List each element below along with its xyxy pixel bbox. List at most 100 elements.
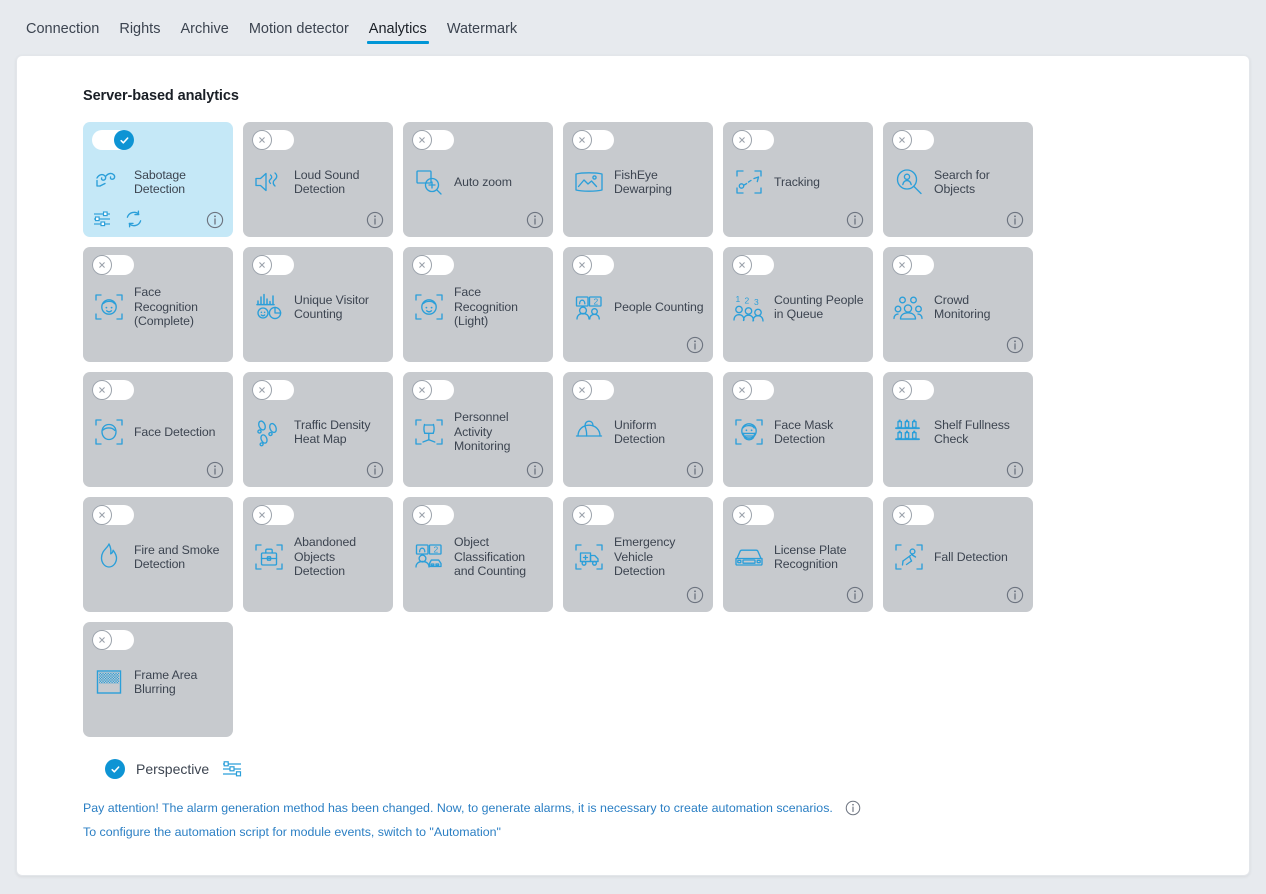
analytics-card[interactable]: Search for Objects [883, 122, 1033, 237]
analytics-card[interactable]: Face Recognition (Complete) [83, 247, 233, 362]
analytics-card[interactable]: Fall Detection [883, 497, 1033, 612]
enable-toggle[interactable] [732, 380, 774, 400]
enable-toggle[interactable] [572, 255, 614, 275]
enable-toggle[interactable] [892, 380, 934, 400]
enable-toggle[interactable] [92, 255, 134, 275]
enable-toggle[interactable] [732, 505, 774, 525]
enable-toggle[interactable] [732, 255, 774, 275]
enable-toggle[interactable] [572, 505, 614, 525]
analytics-card[interactable]: Auto zoom [403, 122, 553, 237]
enable-toggle[interactable] [892, 255, 934, 275]
close-icon [579, 137, 585, 143]
card-label: Auto zoom [454, 174, 512, 189]
analytics-card[interactable]: Crowd Monitoring [883, 247, 1033, 362]
analytics-card[interactable]: Personnel Activity Monitoring [403, 372, 553, 487]
enable-toggle[interactable] [412, 505, 454, 525]
analytics-card[interactable]: Face Recognition (Light) [403, 247, 553, 362]
close-icon [739, 137, 745, 143]
info-icon[interactable] [206, 461, 224, 479]
analytics-card[interactable]: Tracking [723, 122, 873, 237]
enable-toggle[interactable] [412, 255, 454, 275]
analytics-card[interactable]: Face Mask Detection [723, 372, 873, 487]
tab-watermark[interactable]: Watermark [437, 21, 527, 48]
toggle-knob [412, 255, 432, 275]
card-label: Frame Area Blurring [134, 667, 198, 697]
enable-toggle[interactable] [92, 630, 134, 650]
enable-toggle[interactable] [252, 380, 294, 400]
card-label: Crowd Monitoring [934, 292, 991, 322]
card-body: Loud Sound Detection [252, 159, 384, 205]
info-icon[interactable] [206, 211, 224, 229]
analytics-card[interactable]: Unique Visitor Counting [243, 247, 393, 362]
svg-text:2: 2 [434, 544, 439, 554]
auto-zoom-icon [412, 165, 446, 199]
info-icon[interactable] [366, 461, 384, 479]
analytics-card[interactable]: 2 People Counting [563, 247, 713, 362]
analytics-card[interactable]: 1 2 3 Counting People in Queue [723, 247, 873, 362]
notes-section: Pay attention! The alarm generation meth… [83, 798, 1249, 842]
info-icon[interactable] [526, 461, 544, 479]
perspective-toggle[interactable] [83, 759, 125, 779]
analytics-card[interactable]: 2 Object Classification and Counting [403, 497, 553, 612]
analytics-card[interactable]: Face Detection [83, 372, 233, 487]
card-label: Unique Visitor Counting [294, 292, 369, 322]
analytics-card[interactable]: Emergency Vehicle Detection [563, 497, 713, 612]
close-icon [899, 137, 905, 143]
enable-toggle[interactable] [412, 380, 454, 400]
info-icon[interactable] [1006, 586, 1024, 604]
info-icon[interactable] [846, 586, 864, 604]
sync-refresh-icon[interactable] [124, 209, 144, 229]
info-icon[interactable] [686, 336, 704, 354]
analytics-card[interactable]: License Plate Recognition [723, 497, 873, 612]
info-icon[interactable] [1006, 461, 1024, 479]
frame-blur-icon [92, 665, 126, 699]
info-icon[interactable] [526, 211, 544, 229]
enable-toggle[interactable] [732, 130, 774, 150]
tab-motion-detector[interactable]: Motion detector [239, 21, 359, 48]
analytics-card[interactable]: Sabotage Detection [83, 122, 233, 237]
close-icon [259, 512, 265, 518]
analytics-card[interactable]: Abandoned Objects Detection [243, 497, 393, 612]
analytics-card[interactable]: Frame Area Blurring [83, 622, 233, 737]
enable-toggle[interactable] [572, 380, 614, 400]
svg-text:2: 2 [594, 296, 599, 306]
analytics-card[interactable]: Loud Sound Detection [243, 122, 393, 237]
tab-analytics[interactable]: Analytics [359, 21, 437, 48]
info-icon[interactable] [366, 211, 384, 229]
tab-rights[interactable]: Rights [109, 21, 170, 48]
info-icon[interactable] [846, 211, 864, 229]
settings-sliders-icon[interactable] [92, 209, 112, 229]
settings-sliders-icon[interactable] [220, 759, 244, 779]
enable-toggle[interactable] [892, 505, 934, 525]
card-label: People Counting [614, 299, 704, 314]
enable-toggle[interactable] [572, 130, 614, 150]
enable-toggle[interactable] [92, 380, 134, 400]
enable-toggle[interactable] [892, 130, 934, 150]
close-icon [579, 512, 585, 518]
analytics-card[interactable]: FishEye Dewarping [563, 122, 713, 237]
enable-toggle[interactable] [412, 130, 454, 150]
enable-toggle[interactable] [92, 130, 134, 150]
card-body: Personnel Activity Monitoring [412, 409, 544, 455]
card-label: Emergency Vehicle Detection [614, 535, 676, 579]
info-icon[interactable] [1006, 211, 1024, 229]
note-text: To configure the automation script for m… [83, 825, 501, 839]
card-body: Unique Visitor Counting [252, 284, 384, 330]
analytics-card[interactable]: Uniform Detection [563, 372, 713, 487]
tab-connection[interactable]: Connection [16, 21, 109, 48]
enable-toggle[interactable] [252, 130, 294, 150]
enable-toggle[interactable] [92, 505, 134, 525]
analytics-card[interactable]: Traffic Density Heat Map [243, 372, 393, 487]
analytics-card[interactable]: Fire and Smoke Detection [83, 497, 233, 612]
info-icon[interactable] [1006, 336, 1024, 354]
info-icon[interactable] [686, 461, 704, 479]
tab-archive[interactable]: Archive [170, 21, 238, 48]
toggle-knob [732, 255, 752, 275]
card-label: Loud Sound Detection [294, 167, 360, 197]
info-icon[interactable] [845, 800, 861, 816]
enable-toggle[interactable] [252, 255, 294, 275]
analytics-card[interactable]: Shelf Fullness Check [883, 372, 1033, 487]
toggle-knob [892, 130, 912, 150]
enable-toggle[interactable] [252, 505, 294, 525]
info-icon[interactable] [686, 586, 704, 604]
